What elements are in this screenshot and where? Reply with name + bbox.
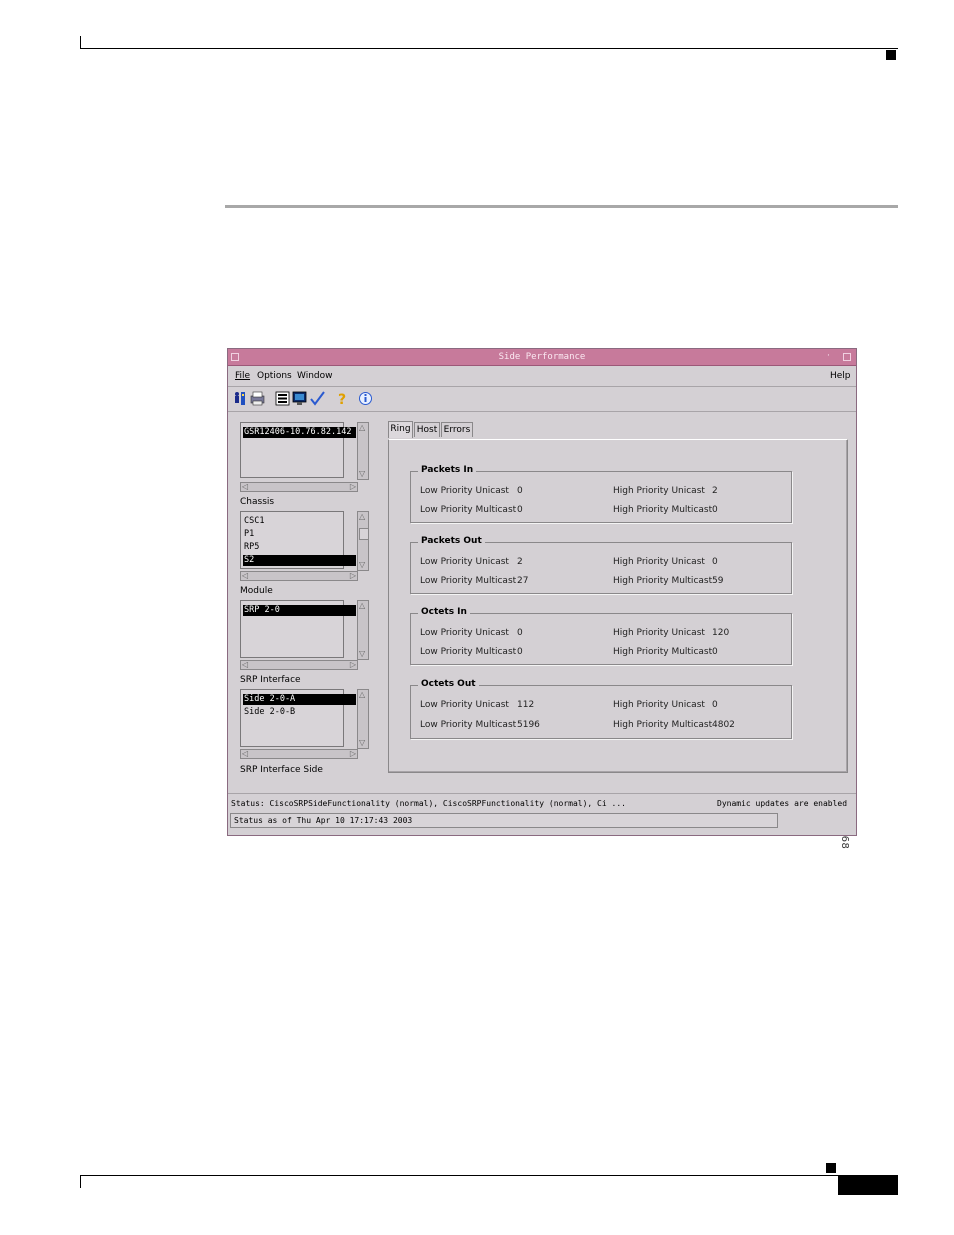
field-value: 27 [517,576,529,586]
field-value: 0 [712,505,718,515]
octets-in-group: Octets In Low Priority Unicast 0 High Pr… [410,607,792,665]
group-title: Octets Out [418,679,479,689]
printer-icon[interactable] [249,390,266,407]
chassis-label: Chassis [240,497,275,507]
menu-window[interactable]: Window [297,371,333,381]
field-label: Low Priority Multicast [420,647,517,657]
field-label: Low Priority Unicast [420,628,509,638]
status-as-of-box: Status as of Thu Apr 10 17:17:43 2003 [230,813,778,828]
menu-help[interactable]: Help [830,371,851,381]
packets-in-group: Packets In Low Priority Unicast 0 High P… [410,465,792,523]
octets-out-group: Octets Out Low Priority Unicast 112 High… [410,679,792,739]
page-number-block [838,1175,898,1195]
list-item[interactable]: S2 [243,555,356,566]
field-label: High Priority Unicast [613,628,705,638]
module-hscroll[interactable]: ◁ ▷ [240,571,358,581]
field-label: Low Priority Multicast [420,505,517,515]
field-value: 0 [517,505,523,515]
srp-interface-vscroll[interactable]: △ ▽ [357,600,369,660]
status-text: Status: CiscoSRPSideFunctionality (norma… [231,799,626,808]
list-item[interactable]: Side 2-0-A [243,694,356,705]
field-label: High Priority Unicast [613,557,705,567]
tab-ring[interactable]: Ring [388,421,413,438]
toolbar: ? [228,387,856,412]
field-value: 4802 [712,720,735,730]
section-rule [225,205,898,208]
srp-interface-side-label: SRP Interface Side [240,765,323,775]
user-icon[interactable] [231,390,248,407]
dynamic-updates-status: Dynamic updates are enabled [717,799,848,808]
monitor-icon[interactable] [291,390,308,407]
minimize-icon[interactable]: · [827,352,836,361]
info-icon[interactable] [357,390,374,407]
page-bottom-marker [826,1163,836,1173]
field-value: 0 [517,647,523,657]
title-bar[interactable]: Side Performance · [228,349,856,366]
page-top-rule [80,48,898,49]
list-item[interactable]: RP5 [243,542,354,553]
group-title: Packets Out [418,536,485,546]
menu-options[interactable]: Options [257,371,292,381]
page-top-marker [886,50,896,60]
field-label: High Priority Unicast [613,486,705,496]
field-label: High Priority Unicast [613,700,705,710]
field-label: Low Priority Unicast [420,700,509,710]
chassis-hscroll[interactable]: ◁ ▷ [240,482,358,492]
field-label: Low Priority Multicast [420,720,517,730]
group-title: Packets In [418,465,477,475]
list-item[interactable]: P1 [243,529,354,540]
field-value: 59 [712,576,724,586]
list-item[interactable]: SRP 2-0 [243,605,356,616]
status-bar: Status: CiscoSRPSideFunctionality (norma… [228,793,856,812]
srp-interface-side-hscroll[interactable]: ◁ ▷ [240,749,358,759]
module-label: Module [240,586,273,596]
check-icon[interactable] [309,390,326,407]
module-vscroll[interactable]: △ ▽ [357,511,369,571]
field-label: High Priority Multicast [613,647,713,657]
field-value: 120 [712,628,730,638]
question-icon[interactable]: ? [334,390,351,408]
srp-interface-side-vscroll[interactable]: △ ▽ [357,689,369,749]
field-value: 0 [712,700,718,710]
srp-interface-hscroll[interactable]: ◁ ▷ [240,660,358,670]
field-value: 112 [517,700,535,710]
packets-out-group: Packets Out Low Priority Unicast 2 High … [410,536,792,594]
chassis-list[interactable]: GSR12406-10.76.82.142 [240,422,356,478]
field-value: 5196 [517,720,540,730]
side-performance-window: Side Performance · File Options Window H… [227,348,857,836]
page-bottom-rule [80,1175,838,1176]
srp-interface-label: SRP Interface [240,675,301,685]
chassis-vscroll[interactable]: △ ▽ [357,422,369,480]
tab-errors[interactable]: Errors [441,422,473,437]
field-value: 2 [517,557,523,567]
srp-interface-list[interactable]: SRP 2-0 [240,600,356,658]
field-label: High Priority Multicast [613,505,713,515]
group-title: Octets In [418,607,470,617]
svg-text:?: ? [338,392,346,407]
ring-tab-panel: Packets In Low Priority Unicast 0 High P… [388,439,848,773]
field-value: 0 [712,557,718,567]
field-label: High Priority Multicast [613,720,713,730]
field-label: Low Priority Multicast [420,576,517,586]
window-title: Side Performance [498,352,586,362]
field-label: Low Priority Unicast [420,557,509,567]
menu-file[interactable]: File [235,371,250,381]
field-value: 0 [712,647,718,657]
status-as-of: Status as of Thu Apr 10 17:17:43 2003 [234,816,413,825]
page-bottom-tick [80,1175,81,1188]
list-item[interactable]: GSR12406-10.76.82.142 [243,427,356,438]
list-icon[interactable] [274,390,291,407]
field-value: 0 [517,486,523,496]
tab-host[interactable]: Host [414,422,440,437]
list-item[interactable]: Side 2-0-B [243,707,354,718]
field-label: High Priority Multicast [613,576,713,586]
list-item[interactable]: CSC1 [243,516,354,527]
menu-bar: File Options Window Help [228,366,856,387]
srp-interface-side-list[interactable]: Side 2-0-A Side 2-0-B [240,689,356,747]
module-list[interactable]: CSC1 P1 RP5 S2 [240,511,356,569]
field-value: 0 [517,628,523,638]
field-label: Low Priority Unicast [420,486,509,496]
field-value: 2 [712,486,718,496]
maximize-icon[interactable] [843,353,851,361]
